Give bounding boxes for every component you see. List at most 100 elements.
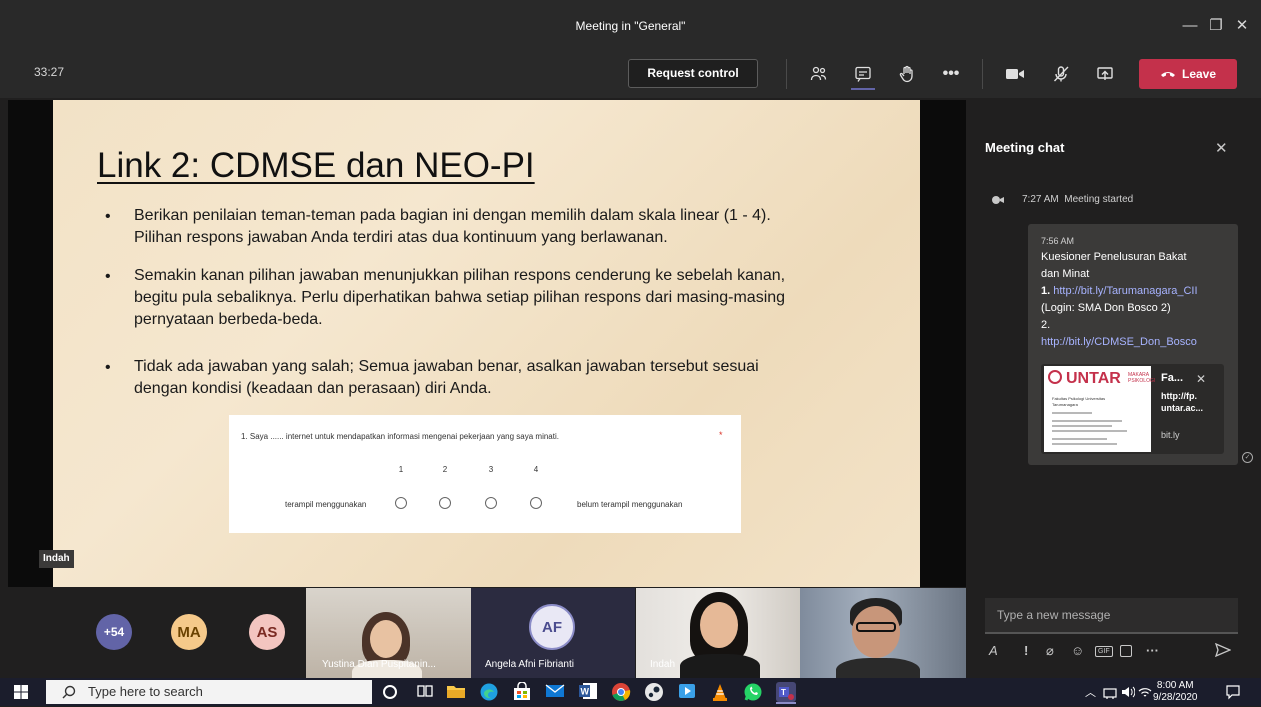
radio-option-4[interactable]	[530, 497, 542, 509]
raise-hand-icon[interactable]	[894, 60, 920, 88]
participant-video-4[interactable]	[800, 588, 966, 678]
scale-label: 2	[442, 465, 448, 474]
participant-video-yustina[interactable]: Yustina Dian Puspitanin...	[306, 588, 471, 678]
notification-icon[interactable]	[1225, 684, 1241, 705]
bullet-line: Berikan penilaian teman-teman pada bagia…	[134, 207, 771, 224]
participants-icon[interactable]	[806, 60, 832, 88]
more-compose-icon[interactable]: ···	[1146, 643, 1159, 658]
message-text: Kuesioner Penelusuran Bakat	[1041, 251, 1187, 263]
slide-bullet-1: Berikan penilaian teman-teman pada bagia…	[134, 205, 874, 249]
maximize-button[interactable]: ❐	[1204, 14, 1228, 38]
participant-name: Indah	[650, 659, 676, 670]
remove-preview-button[interactable]: ✕	[1196, 372, 1206, 386]
chrome-icon[interactable]	[611, 682, 631, 702]
meeting-timer: 33:27	[34, 65, 65, 79]
thumb-text: Tarumanagara	[1052, 402, 1078, 407]
message-link[interactable]: http://bit.ly/Tarumanagara_CII	[1053, 285, 1197, 297]
file-explorer-icon[interactable]	[446, 682, 466, 702]
bullet-marker: •	[105, 208, 111, 225]
svg-text:W: W	[581, 687, 590, 697]
thumb-line	[1052, 425, 1112, 427]
share-screen-icon[interactable]	[1092, 60, 1118, 88]
request-control-button[interactable]: Request control	[628, 59, 758, 88]
leave-label: Leave	[1181, 67, 1217, 81]
media-player-icon[interactable]	[677, 682, 697, 702]
person-body	[680, 654, 760, 678]
system-time: 7:27 AM	[1022, 194, 1059, 205]
network-icon[interactable]	[1103, 686, 1117, 704]
person-face	[852, 606, 900, 658]
minimize-button[interactable]: —	[1178, 14, 1202, 38]
store-icon[interactable]	[512, 681, 532, 702]
mic-off-icon[interactable]	[1048, 60, 1074, 88]
message-item-1: 1. http://bit.ly/Tarumanagara_CII	[1041, 283, 1198, 299]
close-chat-button[interactable]: ✕	[1215, 139, 1228, 157]
compose-message-input[interactable]: Type a new message	[985, 598, 1238, 634]
thumb-line	[1052, 412, 1092, 414]
scale-left-label: terampil menggunakan	[285, 500, 367, 509]
toolbar-divider	[982, 59, 983, 89]
url-line: http://fp.	[1161, 391, 1197, 401]
task-view-icon[interactable]	[416, 682, 436, 702]
steam-icon[interactable]	[644, 682, 664, 702]
clock-date: 9/28/2020	[1153, 692, 1198, 703]
svg-text:T: T	[781, 688, 786, 697]
important-icon[interactable]: !	[1024, 643, 1028, 658]
participant-name: Angela Afni Fibrianti	[485, 659, 574, 670]
taskbar-clock[interactable]: 8:00 AM 9/28/2020	[1153, 680, 1198, 704]
untar-seal-icon	[1048, 370, 1062, 384]
mail-icon[interactable]	[545, 682, 565, 702]
system-message: 7:27 AM Meeting started	[1022, 194, 1133, 205]
thumb-line	[1052, 443, 1117, 445]
bullet-line: begitu pula sebaliknya. Perlu diperhatik…	[134, 289, 786, 306]
required-marker: *	[719, 430, 723, 440]
taskbar-search-input[interactable]: Type here to search	[46, 680, 372, 704]
chat-icon[interactable]	[850, 60, 876, 88]
wifi-icon[interactable]	[1138, 685, 1152, 703]
participant-avatar-ma[interactable]: MA	[171, 614, 207, 650]
bullet-marker: •	[105, 268, 111, 285]
edge-icon[interactable]	[479, 682, 499, 702]
more-participants-button[interactable]: +54	[96, 614, 132, 650]
link-preview-domain: bit.ly	[1161, 430, 1180, 440]
message-text: dan Minat	[1041, 268, 1090, 280]
teams-icon[interactable]: T	[776, 682, 796, 702]
send-icon[interactable]	[1214, 642, 1232, 660]
participant-video-indah[interactable]: Indah	[636, 588, 800, 678]
emoji-icon[interactable]: ☺	[1071, 643, 1084, 658]
link-preview-thumbnail: UNTAR MAKARA PSIKOLOGI Fakultas Psikolog…	[1044, 366, 1155, 452]
message-text: (Login: SMA Don Bosco 2)	[1041, 302, 1171, 314]
gif-icon[interactable]: GIF	[1095, 646, 1113, 657]
leave-button[interactable]: Leave	[1139, 59, 1237, 89]
radio-option-1[interactable]	[395, 497, 407, 509]
bullet-marker: •	[105, 359, 111, 376]
cortana-icon[interactable]	[383, 685, 397, 699]
person-body	[836, 658, 920, 678]
word-icon[interactable]: W	[578, 682, 598, 702]
whatsapp-icon[interactable]	[743, 682, 763, 702]
person-face	[700, 602, 738, 648]
volume-icon[interactable]	[1121, 685, 1136, 703]
more-options-icon[interactable]: •••	[938, 60, 964, 88]
message-link[interactable]: http://bit.ly/CDMSE_Don_Bosco	[1041, 334, 1197, 350]
scale-label: 3	[488, 465, 494, 474]
windows-start-icon[interactable]	[14, 685, 28, 704]
radio-option-2[interactable]	[439, 497, 451, 509]
person-face	[370, 620, 402, 658]
close-window-button[interactable]: ✕	[1230, 14, 1254, 38]
camera-icon[interactable]	[1002, 60, 1028, 88]
vlc-icon[interactable]	[710, 682, 730, 702]
thumb-line	[1052, 438, 1107, 440]
format-icon[interactable]: A	[989, 643, 998, 658]
scale-label: 4	[533, 465, 539, 474]
tray-chevron-icon[interactable]: ︿	[1085, 684, 1096, 700]
participant-avatar-as[interactable]: AS	[249, 614, 285, 650]
link-preview-title: Fa...	[1161, 372, 1184, 384]
attach-icon[interactable]: ⌀	[1046, 643, 1054, 659]
participant-tile-angela[interactable]: AF Angela Afni Fibrianti	[471, 588, 635, 678]
radio-option-3[interactable]	[485, 497, 497, 509]
thumb-text: Fakultas Psikologi Universitas	[1052, 396, 1106, 401]
toolbar-divider	[786, 59, 787, 89]
sticker-icon[interactable]	[1120, 645, 1132, 657]
list-number: 2.	[1041, 319, 1051, 331]
